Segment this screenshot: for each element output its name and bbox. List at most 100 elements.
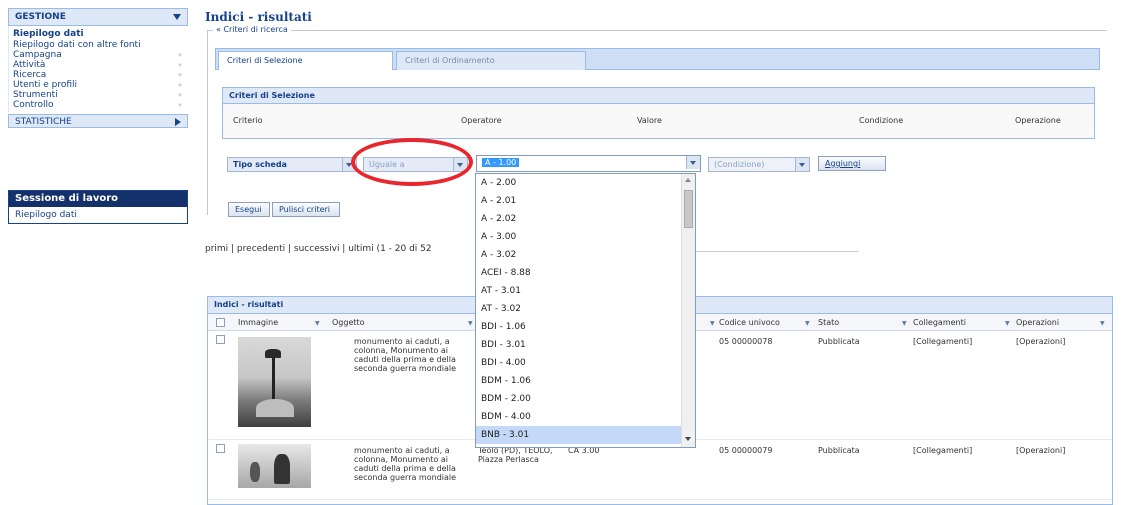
header-label: Oggetto <box>332 318 365 327</box>
scrollbar-thumb[interactable] <box>684 190 693 228</box>
dropdown-scrollbar[interactable] <box>681 174 695 447</box>
cell-oggetto: monumento ai caduti, a colonna, Monument… <box>354 337 457 373</box>
monument-thumbnail[interactable] <box>238 337 311 427</box>
header-operazioni[interactable]: Operazioni <box>1016 318 1059 327</box>
link-operazioni[interactable]: [Operazioni] <box>1016 337 1065 346</box>
column-condizione: Condizione <box>859 116 904 125</box>
sort-icon[interactable]: ▼ <box>1098 318 1105 327</box>
header-label: Stato <box>818 318 840 327</box>
dropdown-option[interactable]: BDM - 2.00 <box>476 390 695 408</box>
row-checkbox[interactable] <box>216 444 225 453</box>
sort-icon[interactable]: ▼ <box>466 318 473 327</box>
select-all-checkbox[interactable] <box>216 318 225 327</box>
submenu-arrow-icon: » <box>177 71 182 79</box>
column-criterio: Criterio <box>233 116 263 125</box>
value-dropdown-list[interactable]: A - 2.00 A - 2.01 A - 2.02 A - 3.00 A - 3.02… <box>475 173 696 448</box>
dropdown-option[interactable]: AT - 3.01 <box>476 282 695 300</box>
table-row[interactable]: monumento ai caduti, a colonna, Monument… <box>208 440 1112 500</box>
sidebar-item-campagna[interactable]: Campagna » <box>13 50 188 60</box>
annotation-circle <box>351 138 473 186</box>
thumbnail-detail <box>250 462 260 482</box>
tab-criteri-ordinamento[interactable]: Criteri di Ordinamento <box>396 51 586 70</box>
cell-stato: Pubblicata <box>818 446 860 455</box>
dropdown-option[interactable]: BDI - 4.00 <box>476 354 695 372</box>
sidebar-header-label: STATISTICHE <box>15 117 72 127</box>
header-immagine[interactable]: Immagine <box>238 318 278 327</box>
cell-localizzazione: Teolo (PD), TEOLO, Piazza Perlasca <box>478 446 553 464</box>
row-checkbox[interactable] <box>216 335 225 344</box>
chevron-down-icon[interactable] <box>686 156 700 169</box>
dropdown-option[interactable]: A - 2.01 <box>476 192 695 210</box>
sidebar-item-ricerca[interactable]: Ricerca » <box>13 70 188 80</box>
thumbnail-detail <box>256 399 294 417</box>
session-panel: Sessione di lavoro Riepilogo dati <box>8 190 188 224</box>
dropdown-option[interactable]: ACEI - 8.88 <box>476 264 695 282</box>
header-label: Codice univoco <box>719 318 780 327</box>
link-collegamenti[interactable]: [Collegamenti] <box>913 446 972 455</box>
dropdown-option[interactable]: A - 3.02 <box>476 246 695 264</box>
page-title: Indici - risultati <box>205 10 312 24</box>
clear-criteria-button[interactable]: Pulisci criteri <box>272 202 340 217</box>
pagination[interactable]: primi | precedenti | successivi | ultimi… <box>205 244 475 254</box>
column-operatore: Operatore <box>461 116 502 125</box>
session-item-riepilogo[interactable]: Riepilogo dati <box>9 207 187 223</box>
scroll-down-icon[interactable] <box>685 437 691 441</box>
link-operazioni[interactable]: [Operazioni] <box>1016 446 1065 455</box>
monument-thumbnail[interactable] <box>238 444 311 488</box>
sidebar-item-label: Riepilogo dati <box>13 29 84 39</box>
dropdown-options: A - 2.00 A - 2.01 A - 2.02 A - 3.00 A - 3.02… <box>476 174 695 444</box>
sidebar-item-utenti-profili[interactable]: Utenti e profili » <box>13 80 188 90</box>
tab-bar: Criteri di Selezione Criteri di Ordiname… <box>215 48 1100 70</box>
dropdown-option[interactable]: BDI - 3.01 <box>476 336 695 354</box>
header-collegamenti[interactable]: Collegamenti <box>913 318 966 327</box>
dropdown-option[interactable]: AT - 3.02 <box>476 300 695 318</box>
header-label: Collegamenti <box>913 318 966 327</box>
search-button[interactable]: Esegui <box>228 202 270 217</box>
sidebar-item-attivita[interactable]: Attività » <box>13 60 188 70</box>
dropdown-option[interactable]: BDM - 1.06 <box>476 372 695 390</box>
sidebar-item-riepilogo-altre-fonti[interactable]: Riepilogo dati con altre fonti <box>13 40 188 50</box>
header-codice-univoco[interactable]: Codice univoco <box>719 318 780 327</box>
sidebar-item-riepilogo-dati[interactable]: Riepilogo dati <box>13 28 188 40</box>
sort-icon[interactable]: ▼ <box>1003 318 1010 327</box>
sidebar-item-controllo[interactable]: Controllo » <box>13 100 188 110</box>
dropdown-option[interactable]: BDM - 4.00 <box>476 408 695 426</box>
header-oggetto[interactable]: Oggetto <box>332 318 365 327</box>
chevron-down-icon[interactable] <box>173 14 181 20</box>
sidebar-header-gestione[interactable]: GESTIONE <box>8 8 188 26</box>
value-select[interactable]: A - 1.00 <box>476 155 701 172</box>
value-select-value: A - 1.00 <box>482 158 520 167</box>
sidebar-header-label: GESTIONE <box>15 12 66 22</box>
header-stato[interactable]: Stato <box>818 318 839 327</box>
selection-panel: Criteri di Selezione Criterio Operatore … <box>222 87 1095 139</box>
dropdown-option[interactable]: A - 3.00 <box>476 228 695 246</box>
dropdown-option[interactable]: A - 2.02 <box>476 210 695 228</box>
chevron-down-icon[interactable] <box>795 158 809 171</box>
chevron-right-icon[interactable] <box>175 118 181 126</box>
sidebar-item-strumenti[interactable]: Strumenti » <box>13 90 188 100</box>
dropdown-option[interactable]: BNB - 3.01 <box>476 426 695 444</box>
criterion-select[interactable]: Tipo scheda <box>227 157 357 172</box>
sidebar-item-label: Riepilogo dati con altre fonti <box>13 40 141 50</box>
sort-icon[interactable]: ▼ <box>708 318 715 327</box>
sidebar-item-label: Controllo <box>13 100 54 110</box>
condition-select[interactable]: (Condizione) <box>708 157 810 172</box>
column-operazione: Operazione <box>1015 116 1061 125</box>
sort-icon[interactable]: ▼ <box>313 318 320 327</box>
selection-panel-title: Criteri di Selezione <box>223 88 1094 104</box>
criteria-toggle[interactable]: « Criteri di ricerca <box>213 25 291 34</box>
scroll-up-icon[interactable] <box>685 178 691 182</box>
sort-icon[interactable]: ▼ <box>900 318 907 327</box>
add-criterion-button[interactable]: Aggiungi <box>818 156 886 171</box>
condition-select-value: (Condizione) <box>714 160 765 169</box>
link-collegamenti[interactable]: [Collegamenti] <box>913 337 972 346</box>
dropdown-option[interactable]: A - 2.00 <box>476 174 695 192</box>
cell-stato: Pubblicata <box>818 337 860 346</box>
selection-panel-columns: Criterio Operatore Valore Condizione Ope… <box>223 104 1094 138</box>
tab-criteri-selezione[interactable]: Criteri di Selezione <box>218 51 393 70</box>
sidebar-header-statistiche[interactable]: STATISTICHE <box>8 114 188 128</box>
submenu-arrow-icon: » <box>177 81 182 89</box>
sort-icon[interactable]: ▼ <box>803 318 810 327</box>
header-label: Operazioni <box>1016 318 1060 327</box>
dropdown-option[interactable]: BDI - 1.06 <box>476 318 695 336</box>
